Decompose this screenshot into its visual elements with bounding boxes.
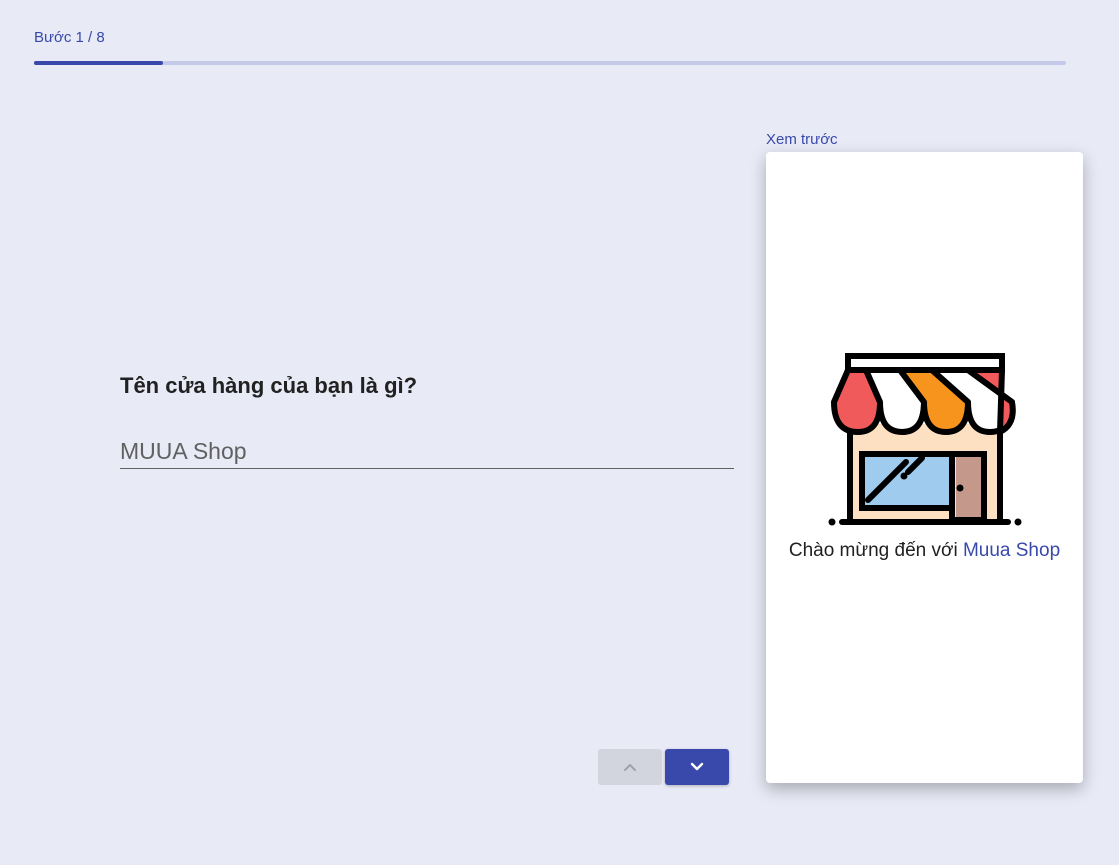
progress-bar	[34, 61, 1066, 65]
step-indicator: Bước 1 / 8	[34, 29, 105, 46]
welcome-message: Chào mừng đến với Muua Shop	[766, 540, 1083, 562]
preview-card: Chào mừng đến với Muua Shop	[766, 152, 1083, 783]
progress-bar-fill	[34, 61, 163, 65]
question-title: Tên cửa hàng của bạn là gì?	[120, 373, 418, 398]
welcome-shop-name: Muua Shop	[962, 540, 1061, 561]
chevron-up-icon	[624, 764, 636, 771]
shop-name-input[interactable]	[120, 434, 734, 469]
chevron-down-icon	[690, 762, 704, 771]
welcome-prefix: Chào mừng đến với	[788, 540, 958, 561]
preview-label: Xem trước	[766, 131, 838, 148]
next-step-button[interactable]	[665, 749, 729, 785]
previous-step-button[interactable]	[598, 749, 662, 785]
storefront-icon	[828, 353, 1022, 526]
